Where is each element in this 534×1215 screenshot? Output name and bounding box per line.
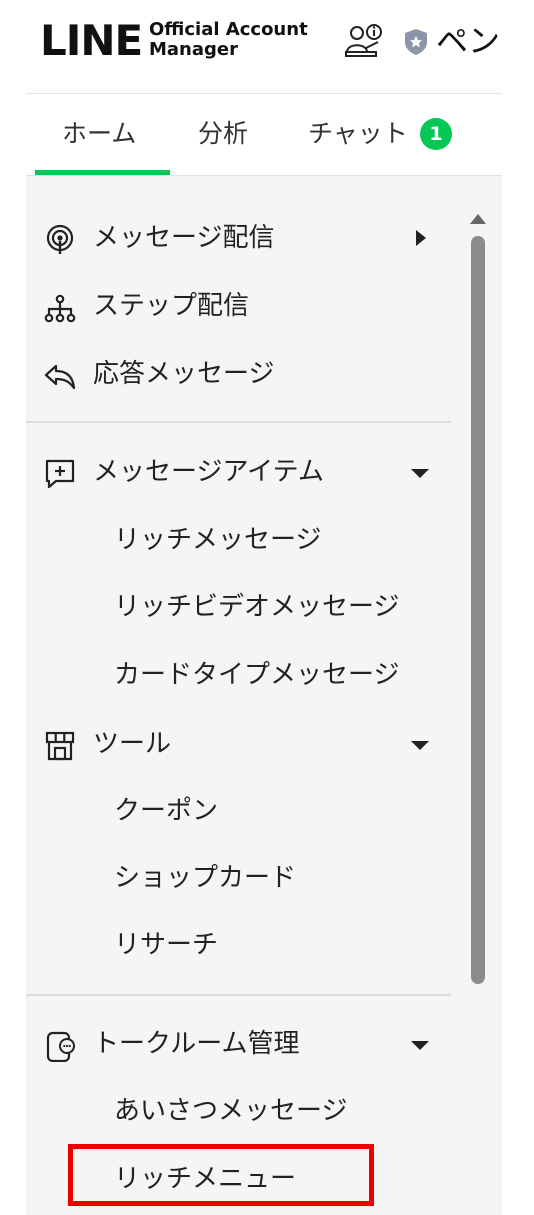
sidebar-subitem-card-type-message[interactable]: カードタイプメッセージ: [26, 645, 466, 705]
logo-subtitle-line2: Manager: [149, 39, 238, 60]
tab-analysis[interactable]: 分析: [198, 116, 248, 152]
sidebar-item-auto-reply[interactable]: 応答メッセージ: [26, 344, 466, 404]
sidebar-item-label: ツール: [93, 729, 172, 759]
message-add-icon: [45, 459, 75, 489]
person-info-icon[interactable]: [344, 22, 384, 62]
main-tabs: ホーム 分析 チャット 1: [26, 94, 502, 176]
broadcast-icon: [46, 224, 74, 254]
line-logo[interactable]: LINE: [40, 18, 143, 64]
sidebar-subitem-coupon[interactable]: クーポン: [26, 781, 466, 841]
logo-subtitle: Official Account Manager: [149, 20, 308, 60]
tab-home[interactable]: ホーム: [62, 116, 136, 152]
sidebar-item-tools[interactable]: ツール: [26, 714, 466, 774]
sidebar-subitem-label: リッチメッセージ: [114, 525, 322, 555]
logo-subtitle-line1: Official Account: [149, 19, 308, 40]
sidebar-subitem-label: カードタイプメッセージ: [114, 660, 400, 690]
sidebar-item-step-delivery[interactable]: ステップ配信: [26, 276, 466, 336]
sidebar-item-label: メッセージアイテム: [93, 457, 324, 487]
chevron-down-icon[interactable]: [411, 469, 429, 478]
chat-unread-badge: 1: [420, 118, 452, 150]
chevron-down-icon[interactable]: [411, 1041, 429, 1050]
sidebar-item-label: 応答メッセージ: [93, 359, 275, 389]
menu-divider: [26, 421, 451, 423]
sidebar-subitem-label: クーポン: [114, 796, 219, 826]
sidebar-item-label: メッセージ配信: [93, 223, 275, 253]
sidebar-subitem-label: リッチビデオメッセージ: [114, 592, 400, 622]
highlight-box: [68, 1144, 374, 1206]
scrollbar-thumb[interactable]: [471, 236, 485, 984]
chevron-right-icon: [416, 230, 426, 246]
sidebar-subitem-rich-video-message[interactable]: リッチビデオメッセージ: [26, 577, 466, 637]
sidebar-subitem-label: リサーチ: [114, 930, 219, 960]
reply-icon: [44, 364, 76, 390]
app-header: LINE Official Account Manager ペン: [0, 0, 534, 94]
tab-chat[interactable]: チャット: [308, 116, 408, 152]
menu-divider: [26, 994, 451, 996]
sidebar-subitem-shop-card[interactable]: ショップカード: [26, 848, 466, 908]
chevron-down-icon[interactable]: [411, 741, 429, 750]
sidebar-item-talk-room-management[interactable]: トークルーム管理: [26, 1014, 466, 1074]
phone-chat-icon: [46, 1031, 75, 1062]
sidebar-subitem-label: ショップカード: [114, 863, 297, 893]
sidebar-subitem-label: あいさつメッセージ: [114, 1096, 348, 1126]
sidebar-item-message-items[interactable]: メッセージアイテム: [26, 442, 466, 502]
account-name[interactable]: ペン: [436, 18, 500, 64]
sidebar-item-label: トークルーム管理: [93, 1029, 300, 1059]
sidebar-subitem-research[interactable]: リサーチ: [26, 915, 466, 975]
sidebar-item-label: ステップ配信: [93, 291, 250, 321]
store-icon: [45, 731, 75, 761]
sidebar-subitem-greeting-message[interactable]: あいさつメッセージ: [26, 1081, 466, 1141]
sidebar-subitem-rich-message[interactable]: リッチメッセージ: [26, 510, 466, 570]
scroll-up-arrow[interactable]: [470, 214, 486, 224]
step-tree-icon: [44, 294, 76, 323]
sidebar-item-message-broadcast[interactable]: メッセージ配信: [26, 208, 466, 268]
shield-star-icon: [405, 29, 427, 55]
sidebar-menu: メッセージ配信 ステップ配信 応答メッセージ メッセージアイテム リッチメッセー…: [26, 176, 502, 1215]
